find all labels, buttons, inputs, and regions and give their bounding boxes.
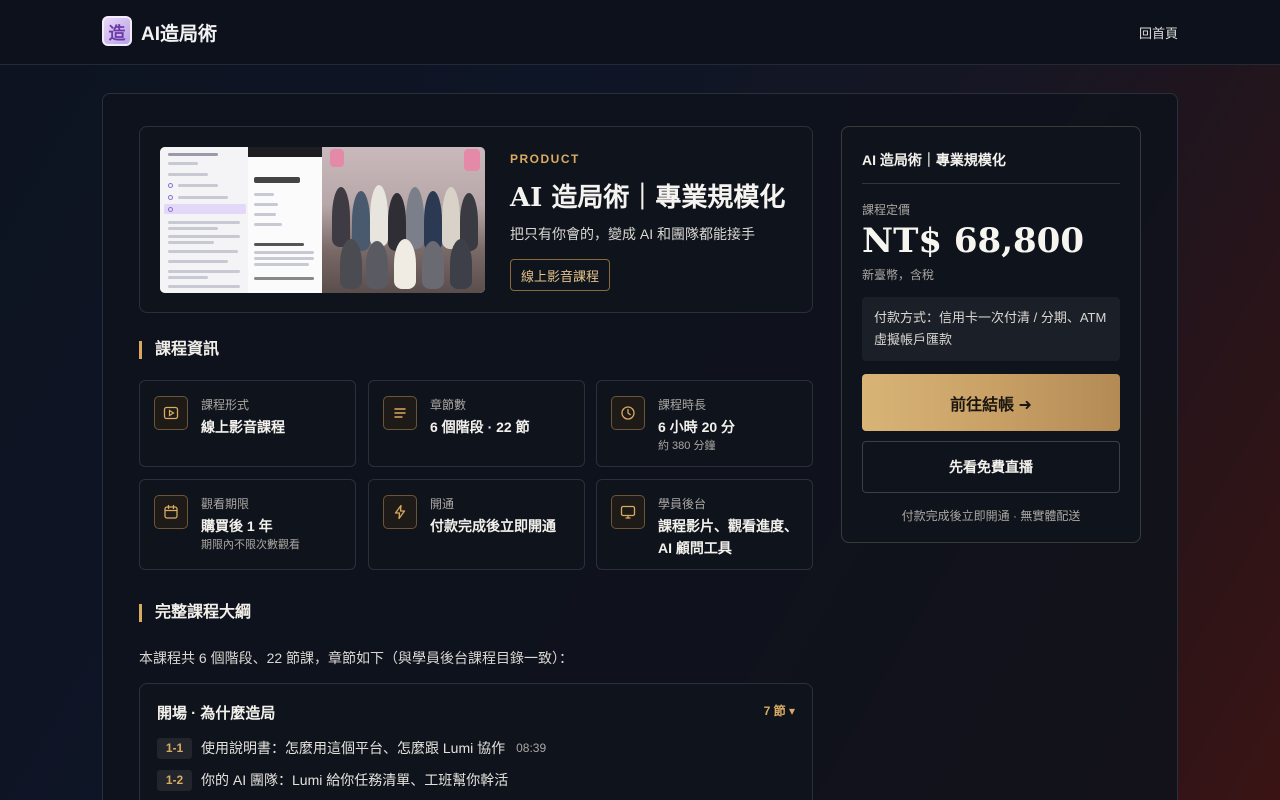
lesson-item[interactable]: 1-1 使用說明書：怎麼用這個平台、怎麼跟 Lumi 協作 08:39 bbox=[157, 737, 546, 759]
info-label: 學員後台 bbox=[658, 497, 707, 511]
pricing-card: AI 造局術｜專業規模化 課程定價 NT$ 68,800 新臺幣，含稅 付款方式… bbox=[841, 126, 1141, 543]
home-link[interactable]: 回首頁 bbox=[1139, 23, 1178, 42]
lesson-title: 使用說明書：怎麼用這個平台、怎麼跟 Lumi 協作 bbox=[201, 740, 506, 756]
info-label: 觀看期限 bbox=[201, 497, 250, 511]
divider bbox=[862, 183, 1120, 184]
price-value: NT$ 68,800 bbox=[862, 221, 1084, 261]
calendar-icon bbox=[154, 495, 188, 529]
course-format-badge: 線上影音課程 bbox=[510, 259, 611, 291]
clock-icon bbox=[611, 396, 645, 430]
free-live-button[interactable]: 先看免費直播 bbox=[862, 441, 1120, 493]
chapter-accordion: 開場 · 為什麼造局 7 節 ▾ 1-1 使用說明書：怎麼用這個平台、怎麼跟 L… bbox=[139, 683, 813, 800]
info-note: 約 380 分鐘 bbox=[658, 440, 716, 452]
lesson-number: 1-2 bbox=[157, 769, 192, 791]
lesson-item[interactable]: 1-2 你的 AI 團隊：Lumi 給你任務清單、工班幫你幹活 bbox=[157, 769, 508, 791]
info-card-student-portal: 學員後台 課程影片、觀看進度、AI 顧問工具 bbox=[596, 479, 813, 570]
info-value: 6 個階段 · 22 節 bbox=[430, 419, 530, 435]
course-title: AI 造局術｜專業規模化 bbox=[510, 183, 786, 213]
monitor-icon bbox=[611, 495, 645, 529]
info-card-access-period: 觀看期限 購買後 1 年 期限內不限次數觀看 bbox=[139, 479, 356, 570]
info-value: 6 小時 20 分 bbox=[658, 419, 736, 435]
outline-intro: 本課程共 6 個階段、22 節課，章節如下（與學員後台課程目錄一致）： bbox=[139, 650, 574, 666]
lesson-duration: 08:39 bbox=[516, 741, 547, 755]
chapter-title[interactable]: 開場 · 為什麼造局 bbox=[157, 702, 275, 723]
info-card-chapters: 章節數 6 個階段 · 22 節 bbox=[368, 380, 585, 467]
product-hero-card: PRODUCT AI 造局術｜專業規模化 把只有你會的，變成 AI 和團隊都能接… bbox=[139, 126, 813, 313]
info-label: 課程時長 bbox=[658, 398, 707, 412]
play-icon bbox=[154, 396, 188, 430]
lesson-title: 你的 AI 團隊：Lumi 給你任務清單、工班幫你幹活 bbox=[201, 772, 509, 788]
info-label: 課程形式 bbox=[201, 398, 250, 412]
info-card-format: 課程形式 線上影音課程 bbox=[139, 380, 356, 467]
lesson-number: 1-1 bbox=[157, 737, 192, 759]
logo-glyph: 造 bbox=[108, 23, 126, 44]
pricing-footnote: 付款完成後立即開通 · 無實體配送 bbox=[901, 509, 1081, 523]
info-value: 課程影片、觀看進度、AI 顧問工具 bbox=[658, 518, 798, 556]
course-outline-heading: 完整課程大綱 bbox=[139, 604, 251, 622]
info-note: 期限內不限次數觀看 bbox=[201, 539, 300, 551]
list-icon bbox=[383, 396, 417, 430]
lightning-icon bbox=[383, 495, 417, 529]
pricing-course-name: AI 造局術｜專業規模化 bbox=[862, 152, 1006, 168]
course-info-heading: 課程資訊 bbox=[139, 341, 219, 359]
product-eyebrow: PRODUCT bbox=[510, 152, 580, 166]
info-value: 線上影音課程 bbox=[201, 419, 285, 435]
info-value: 付款完成後立即開通 bbox=[430, 518, 556, 534]
info-card-duration: 課程時長 6 小時 20 分 約 380 分鐘 bbox=[596, 380, 813, 467]
price-label: 課程定價 bbox=[862, 203, 911, 217]
info-label: 章節數 bbox=[430, 398, 467, 412]
info-value: 購買後 1 年 bbox=[201, 518, 273, 534]
course-preview-image bbox=[160, 147, 485, 293]
course-subtitle: 把只有你會的，變成 AI 和團隊都能接手 bbox=[510, 226, 756, 242]
info-card-activation: 開通 付款完成後立即開通 bbox=[368, 479, 585, 570]
brand-logo-icon[interactable]: 造 bbox=[102, 16, 132, 46]
platform-screenshot-content bbox=[248, 147, 322, 293]
chapter-lesson-count-toggle[interactable]: 7 節 ▾ bbox=[764, 702, 795, 719]
price-note: 新臺幣，含稅 bbox=[862, 268, 935, 282]
info-label: 開通 bbox=[430, 497, 455, 511]
top-navigation-bar: 造 AI造局術 回首頁 bbox=[0, 0, 1280, 65]
payment-methods: 付款方式：信用卡一次付清 / 分期、ATM 虛擬帳戶匯款 bbox=[862, 297, 1120, 361]
group-photo bbox=[322, 147, 485, 293]
brand-name[interactable]: AI造局術 bbox=[141, 19, 217, 46]
checkout-button[interactable]: 前往結帳 ➜ bbox=[862, 374, 1120, 431]
